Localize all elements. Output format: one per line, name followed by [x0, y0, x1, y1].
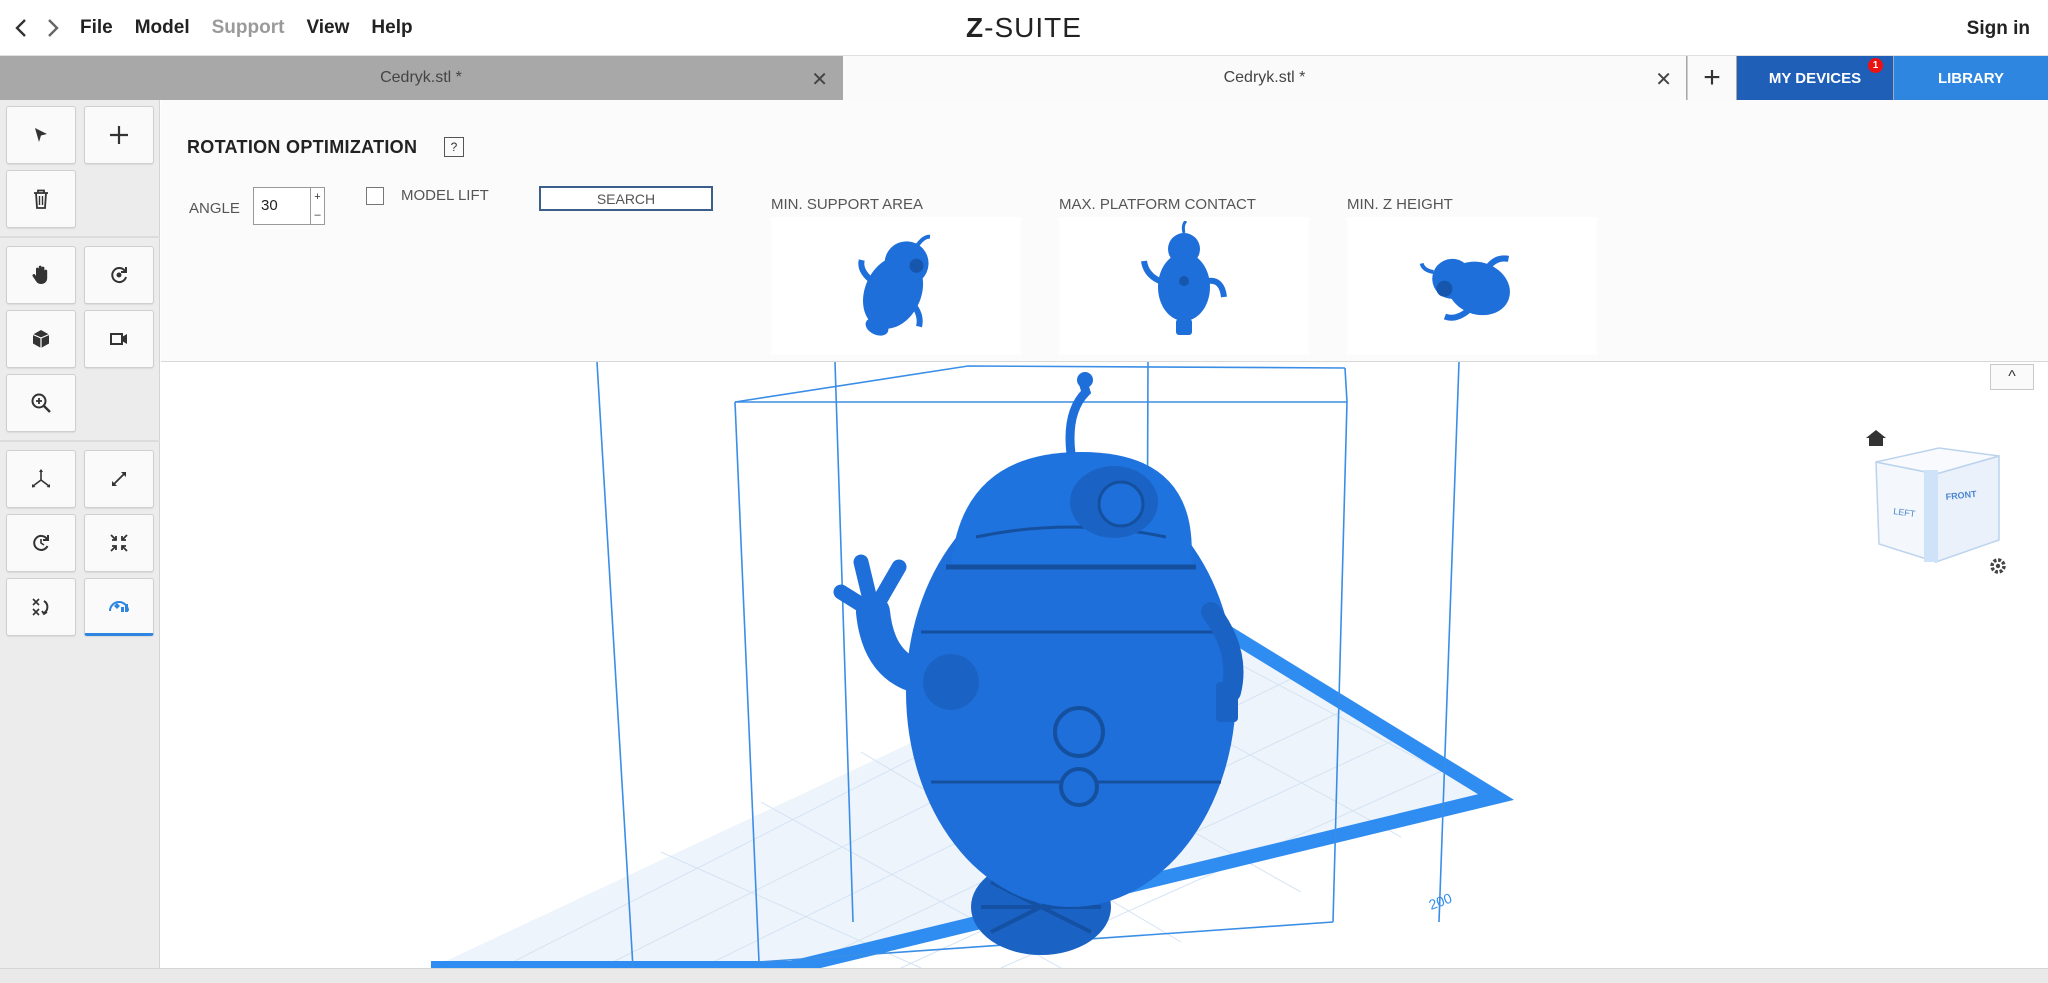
option-min-z-height: MIN. Z HEIGHT	[1347, 196, 1597, 355]
angle-stepper: + –	[311, 187, 325, 225]
pan-tool-button[interactable]	[6, 246, 76, 304]
library-button[interactable]: LIBRARY	[1894, 56, 2048, 100]
rotate-icon	[33, 534, 49, 551]
title-bar: File Model Support View Help Z-SUITE Sig…	[0, 0, 2048, 56]
stepper-down[interactable]: –	[311, 206, 324, 224]
app-title-suffix: -SUITE	[984, 12, 1082, 43]
gear-icon[interactable]	[1990, 558, 2006, 574]
view-cube: LEFT FRONT	[1866, 430, 2006, 574]
menu-view[interactable]: View	[306, 17, 349, 39]
fit-to-platform-button[interactable]	[84, 514, 154, 572]
mirror-tool-button[interactable]	[6, 578, 76, 636]
hand-icon	[32, 265, 48, 284]
arrow-cursor-icon	[35, 128, 47, 142]
angle-input[interactable]: 30	[253, 187, 311, 225]
search-button[interactable]: SEARCH	[539, 186, 713, 211]
forward-icon[interactable]	[42, 15, 64, 41]
tab-active[interactable]: Cedryk.stl * ✕	[843, 56, 1686, 100]
tab-inactive[interactable]: Cedryk.stl * ✕	[0, 56, 842, 100]
tab-bar: Cedryk.stl * ✕ Cedryk.stl * ✕ + MY DEVIC…	[0, 56, 2048, 100]
move-tool-button[interactable]	[6, 450, 76, 508]
camera-view-button[interactable]	[84, 310, 154, 368]
scene-canvas: 200 LEFT FRONT	[431, 362, 2006, 968]
home-icon[interactable]	[1866, 430, 1886, 446]
select-tool-button[interactable]	[6, 106, 76, 164]
shrink-icon	[110, 534, 128, 552]
toolbar-divider	[0, 236, 160, 238]
help-icon[interactable]: ?	[444, 137, 464, 157]
option-min-support-area: MIN. SUPPORT AREA	[771, 196, 1021, 355]
rotation-optimization-button[interactable]	[84, 578, 154, 636]
rotate-tool-button[interactable]	[6, 514, 76, 572]
scale-tool-button[interactable]	[84, 450, 154, 508]
app-title-prefix: Z	[966, 12, 985, 43]
menu-help[interactable]: Help	[371, 17, 412, 39]
angle-label: ANGLE	[189, 200, 240, 217]
robot-thumbnail-tilted	[858, 234, 931, 336]
left-toolbar	[0, 100, 160, 968]
option-label: MIN. Z HEIGHT	[1347, 196, 1453, 213]
tab-label: Cedryk.stl *	[1223, 69, 1306, 86]
plus-icon	[110, 126, 128, 144]
close-icon[interactable]: ✕	[1655, 67, 1672, 92]
status-bar	[0, 968, 2048, 983]
option-label: MIN. SUPPORT AREA	[771, 196, 923, 213]
add-model-button[interactable]	[84, 106, 154, 164]
delete-button[interactable]	[6, 170, 76, 228]
orbit-tool-button[interactable]	[84, 246, 154, 304]
camera-icon	[110, 333, 127, 345]
cube-icon	[32, 330, 50, 348]
trash-icon	[34, 189, 48, 209]
option-max-platform-contact: MAX. PLATFORM CONTACT	[1059, 196, 1309, 355]
back-icon[interactable]	[10, 15, 32, 41]
rotation-optimization-icon	[109, 601, 129, 612]
option-thumbnail[interactable]	[771, 217, 1021, 355]
rotation-optimization-panel: ROTATION OPTIMIZATION ? ANGLE 30 + – MOD…	[161, 100, 2048, 362]
3d-viewport[interactable]: ^ 200 LEFT FRONT	[161, 362, 2048, 968]
model-lift-checkbox[interactable]	[366, 187, 384, 205]
add-tab-button[interactable]: +	[1687, 56, 1736, 100]
panel-title: ROTATION OPTIMIZATION	[187, 137, 418, 157]
stepper-up[interactable]: +	[311, 188, 324, 206]
option-label: MAX. PLATFORM CONTACT	[1059, 196, 1256, 213]
zoom-tool-button[interactable]	[6, 374, 76, 432]
option-thumbnail[interactable]	[1059, 217, 1309, 355]
notification-badge: 1	[1868, 58, 1883, 73]
view-cube-button[interactable]	[6, 310, 76, 368]
menu-support: Support	[211, 17, 285, 38]
robot-thumbnail-upright	[1141, 221, 1227, 335]
my-devices-label: MY DEVICES	[1768, 69, 1862, 87]
move-axes-icon	[32, 469, 50, 488]
scale-icon	[112, 472, 126, 486]
menu-file[interactable]: File	[80, 17, 113, 39]
mirror-icon	[32, 598, 49, 616]
my-devices-button[interactable]: MY DEVICES 1	[1737, 56, 1893, 100]
menu-model[interactable]: Model	[135, 17, 190, 39]
orbit-icon	[111, 267, 127, 284]
sign-in-link[interactable]: Sign in	[1967, 18, 2030, 40]
robot-thumbnail-lying	[1419, 255, 1510, 321]
menu-bar: File Model Support View Help	[80, 0, 435, 56]
tab-label: Cedryk.stl *	[380, 69, 462, 86]
close-icon[interactable]: ✕	[811, 67, 828, 92]
zoom-in-icon	[31, 393, 51, 413]
option-thumbnail[interactable]	[1347, 217, 1597, 355]
model-lift-label: MODEL LIFT	[401, 187, 489, 204]
toolbar-divider	[0, 440, 160, 442]
